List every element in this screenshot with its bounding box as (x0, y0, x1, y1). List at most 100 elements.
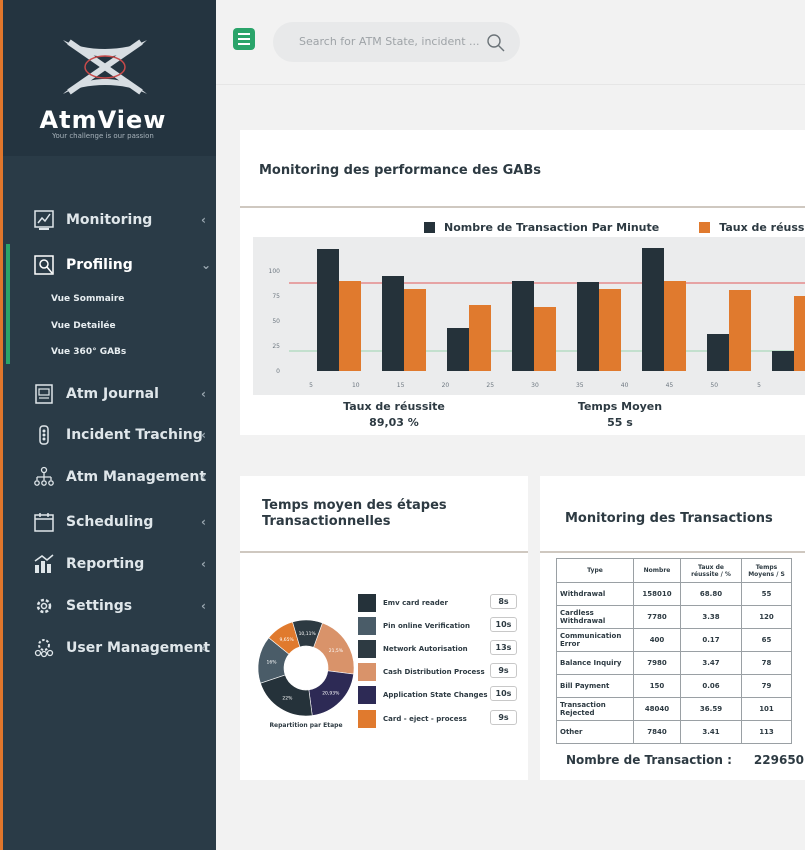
table-row: Other 7840 3.41 113 (556, 720, 792, 744)
x-tick-label: 20 (442, 382, 450, 389)
table-cell: 78 (741, 651, 792, 675)
table-cell: 150 (633, 674, 681, 698)
bar-chart-icon (33, 553, 55, 575)
search-icon[interactable] (486, 33, 506, 53)
step-row: Card - eject - process 9s (358, 710, 517, 728)
table-cell: 400 (633, 628, 681, 652)
x-tick-label: 30 (531, 382, 539, 389)
table-header-row: Type Nombre Taux de réussite / % Temps M… (556, 558, 792, 583)
col-header-rate: Taux de réussite / % (680, 558, 742, 583)
x-tick-label: 40 (621, 382, 629, 389)
sidebar-item-atm-management[interactable]: Atm Management ‹ (3, 462, 216, 492)
sidebar-item-label: Reporting (66, 556, 145, 572)
menu-toggle-button[interactable] (233, 28, 255, 50)
table-cell: 3.41 (680, 720, 742, 744)
chevron-left-icon: ‹ (201, 515, 206, 529)
x-tick-label: 25 (486, 382, 494, 389)
subitem-vue-detailee[interactable]: Vue Detailée (51, 321, 116, 331)
bar-chart: 100 75 50 25 0 5 10 15 20 25 30 35 40 45 50 5 (269, 248, 805, 389)
brand-name: AtmView (39, 106, 167, 134)
bar-transactions (512, 281, 534, 371)
bar-success-rate (469, 305, 491, 371)
chevron-left-icon: ‹ (201, 641, 206, 655)
y-tick-label: 75 (272, 293, 280, 300)
table-cell: Communication Error (556, 628, 634, 652)
step-label: Cash Distribution Process (383, 668, 485, 676)
bar-transactions (577, 282, 599, 371)
table-cell: Other (556, 720, 634, 744)
table-cell: 55 (741, 582, 792, 606)
search-input[interactable]: Search for ATM State, incident ... (299, 35, 480, 48)
table-row: Withdrawal 158010 68.80 55 (556, 582, 792, 606)
kpi-label: Temps Moyen (577, 400, 663, 413)
chart-legend: Nombre de Transaction Par Minute Taux de… (424, 221, 805, 234)
y-tick-label: 25 (272, 343, 280, 350)
chart-plot-area: 100 75 50 25 0 5 10 15 20 25 30 35 40 45 50 5 (253, 237, 805, 395)
donut-slice-label: 10,11% (299, 631, 317, 637)
table-cell: Transaction Rejected (556, 697, 634, 721)
step-time-badge: 13s (490, 640, 517, 655)
sidebar-item-label: User Management (66, 640, 211, 656)
kpi-average-time: Temps Moyen 55 s (550, 400, 690, 429)
step-time-badge: 10s (490, 686, 517, 701)
donut-slice-label: 16% (267, 660, 278, 666)
brand-header: AtmView Your challenge is our passion (3, 0, 216, 156)
sidebar-item-atm-journal[interactable]: Atm Journal ‹ (3, 379, 216, 409)
y-tick-label: 100 (269, 268, 281, 275)
sidebar-item-label: Profiling (66, 257, 133, 273)
total-value: 229650 (753, 753, 805, 767)
table-cell: 7840 (633, 720, 681, 744)
legend-label-success: Taux de réussite (719, 221, 805, 234)
table-cell: 36.59 (680, 697, 742, 721)
bar-success-rate (729, 290, 751, 371)
bar-success-rate (534, 307, 556, 371)
donut-slice-label: 21,5% (329, 648, 344, 654)
sidebar-item-label: Atm Management (66, 469, 207, 485)
subitem-vue-360[interactable]: Vue 360° GABs (51, 347, 126, 357)
gear-icon (33, 595, 55, 617)
step-swatch (358, 663, 376, 681)
table-cell: 113 (741, 720, 792, 744)
sidebar-item-monitoring[interactable]: Monitoring ‹ (3, 205, 216, 235)
transactions-total: Nombre de Transaction : 229650 (566, 753, 804, 767)
sidebar-item-incident[interactable]: Incident Traching ‹ (3, 420, 216, 450)
sidebar-item-scheduling[interactable]: Scheduling ‹ (3, 507, 216, 537)
chevron-left-icon: ‹ (201, 387, 206, 401)
donut-slice-label: 9,65% (279, 637, 294, 643)
step-time-badge: 8s (490, 594, 517, 609)
table-row: Balance Inquiry 7980 3.47 78 (556, 651, 792, 675)
kpi-value: 55 s (607, 416, 633, 429)
sidebar-item-label: Atm Journal (66, 386, 159, 402)
kpi-success-rate: Taux de réussite 89,03 % (324, 400, 464, 429)
table-row: Cardless Withdrawal 7780 3.38 120 (556, 605, 792, 629)
kpi-label: Taux de réussite (343, 400, 445, 413)
legend-swatch (424, 222, 435, 233)
legend-label-transactions: Nombre de Transaction Par Minute (444, 221, 660, 234)
col-header-count: Nombre (633, 558, 681, 583)
sidebar-item-label: Incident Traching (66, 427, 203, 443)
bar-transactions (317, 249, 339, 371)
step-swatch (358, 640, 376, 658)
sidebar-item-user-management[interactable]: User Management ‹ (3, 633, 216, 663)
step-swatch (358, 710, 376, 728)
sidebar-item-settings[interactable]: Settings ‹ (3, 591, 216, 621)
table-cell: 3.47 (680, 651, 742, 675)
bar-transactions (382, 276, 404, 371)
bar-success-rate (599, 289, 621, 371)
table-row: Bill Payment 150 0.06 79 (556, 674, 792, 698)
sidebar-item-profiling[interactable]: Profiling ⌄ (3, 250, 216, 280)
table-cell: 0.06 (680, 674, 742, 698)
sidebar-item-reporting[interactable]: Reporting ‹ (3, 549, 216, 579)
bar-transactions (772, 351, 794, 371)
steps-title: Temps moyen des étapes Transactionnelles (262, 498, 447, 529)
sidebar-item-label: Settings (66, 598, 133, 614)
step-time-badge: 10s (490, 617, 517, 632)
subitem-vue-sommaire[interactable]: Vue Sommaire (51, 294, 124, 304)
table-cell: 68.80 (680, 582, 742, 606)
search-bar[interactable]: Search for ATM State, incident ... (273, 22, 520, 62)
col-header-time: Temps Moyens / S (741, 558, 792, 583)
step-row: Cash Distribution Process 9s (358, 663, 517, 681)
x-tick-label: 10 (352, 382, 360, 389)
title-divider (240, 206, 805, 208)
chevron-left-icon: ‹ (201, 599, 206, 613)
